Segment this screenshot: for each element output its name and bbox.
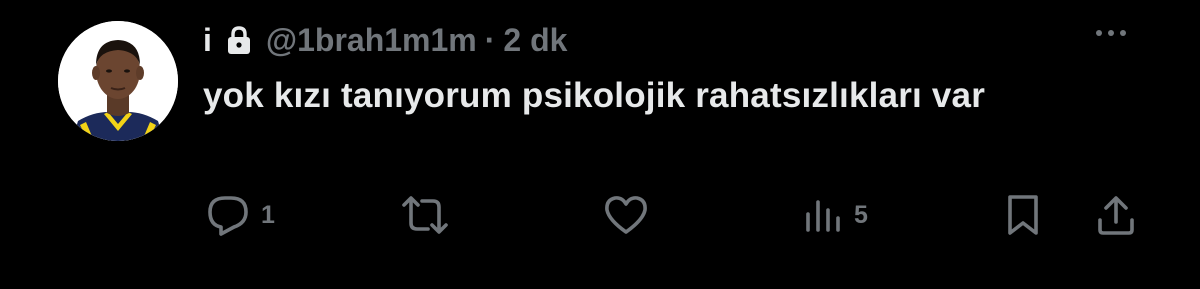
- tweet-text: yok kızı tanıyorum psikolojik rahatsızlı…: [203, 76, 986, 115]
- avatar[interactable]: [58, 21, 178, 141]
- like-button[interactable]: [603, 190, 659, 240]
- separator-dot: ·: [484, 21, 496, 58]
- tweet[interactable]: i @1brah1m1m · 2 dk yok kızı tanıyorum p…: [0, 0, 1200, 289]
- reply-button[interactable]: 1: [205, 190, 275, 240]
- heart-icon: [603, 192, 649, 238]
- timestamp[interactable]: 2 dk: [503, 22, 567, 59]
- retweet-icon: [400, 192, 450, 238]
- views-icon: [804, 192, 844, 238]
- reply-count: 1: [261, 200, 275, 229]
- views-button[interactable]: 5: [804, 190, 868, 240]
- display-name[interactable]: i: [203, 22, 212, 59]
- views-count: 5: [854, 200, 868, 229]
- lock-icon: [226, 25, 252, 55]
- user-handle[interactable]: @1brah1m1m: [266, 22, 477, 59]
- reply-icon: [205, 192, 251, 238]
- retweet-button[interactable]: [400, 190, 460, 240]
- share-icon: [1096, 192, 1136, 238]
- bookmark-icon: [1005, 192, 1041, 238]
- share-button[interactable]: [1096, 190, 1136, 240]
- tweet-header: i @1brah1m1m · 2 dk: [203, 20, 567, 60]
- bookmark-button[interactable]: [1005, 190, 1041, 240]
- more-icon[interactable]: [1096, 30, 1126, 36]
- action-bar: 1 5: [0, 190, 1200, 240]
